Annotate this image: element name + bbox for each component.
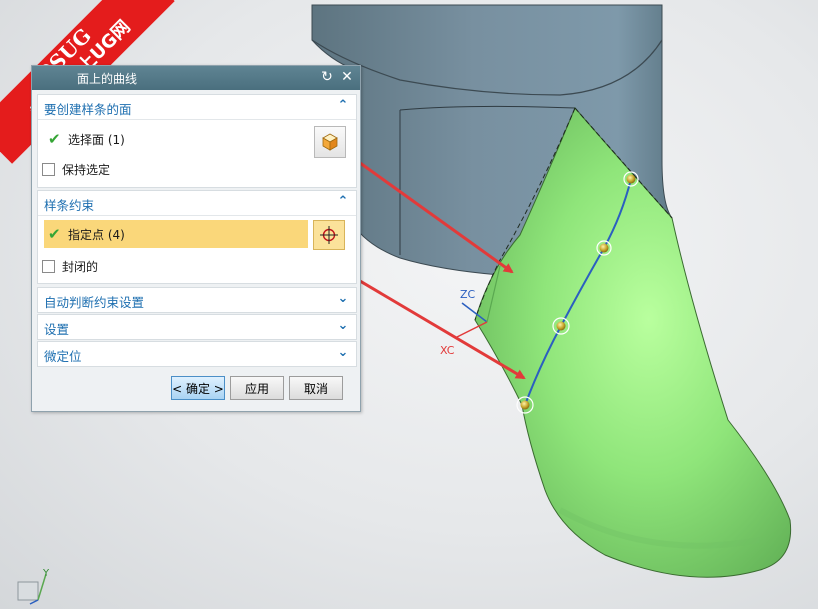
chevron-down-icon[interactable]: ⌄ bbox=[336, 291, 350, 306]
keep-selected-checkbox[interactable] bbox=[42, 163, 55, 176]
xc-axis-label: XC bbox=[440, 344, 455, 357]
select-face-label: 选择面 (1) bbox=[68, 133, 125, 147]
check-icon: ✔ bbox=[48, 225, 61, 243]
closed-checkbox[interactable] bbox=[42, 260, 55, 273]
section-auto-constraint-label: 自动判断约束设置 bbox=[44, 295, 145, 310]
y-axis-label: Y bbox=[42, 568, 50, 579]
apply-button[interactable]: 应用 bbox=[230, 376, 284, 400]
close-icon[interactable]: ✕ bbox=[338, 68, 356, 86]
section-settings-label: 设置 bbox=[44, 322, 70, 337]
section-constraint-label: 样条约束 bbox=[44, 198, 95, 213]
check-icon: ✔ bbox=[48, 130, 61, 148]
select-face-row[interactable]: ✔ 选择面 (1) bbox=[44, 125, 349, 158]
face-select-button[interactable] bbox=[314, 126, 346, 158]
section-constraint-header[interactable]: 样条约束 ⌃ bbox=[38, 191, 356, 216]
section-face-header[interactable]: 要创建样条的面 ⌃ bbox=[38, 95, 356, 120]
point-dialog-button[interactable] bbox=[313, 220, 345, 250]
chevron-down-icon[interactable]: ⌄ bbox=[336, 345, 350, 360]
section-settings-header[interactable]: 设置 ⌄ bbox=[38, 315, 356, 339]
cube-icon bbox=[322, 133, 338, 151]
section-fine-position[interactable]: 微定位 ⌄ bbox=[37, 341, 357, 367]
section-fine-position-header[interactable]: 微定位 ⌄ bbox=[38, 342, 356, 366]
chevron-up-icon[interactable]: ⌃ bbox=[336, 194, 350, 209]
closed-label: 封闭的 bbox=[62, 260, 99, 274]
reset-icon[interactable]: ↻ bbox=[318, 68, 336, 86]
dialog-title-bar[interactable]: 面上的曲线 ↻ ✕ bbox=[32, 66, 360, 90]
crosshair-icon bbox=[320, 226, 338, 244]
dialog-title: 面上的曲线 bbox=[77, 72, 138, 86]
section-fine-position-label: 微定位 bbox=[44, 349, 82, 364]
section-auto-constraint-header[interactable]: 自动判断约束设置 ⌄ bbox=[38, 288, 356, 312]
section-constraint: 样条约束 ⌃ ✔ 指定点 (4) 封闭的 bbox=[37, 190, 357, 284]
chevron-down-icon[interactable]: ⌄ bbox=[336, 318, 350, 333]
section-settings[interactable]: 设置 ⌄ bbox=[37, 314, 357, 340]
view-orientation-triad bbox=[17, 573, 47, 605]
zc-axis-label: ZC bbox=[460, 288, 476, 301]
chevron-up-icon[interactable]: ⌃ bbox=[336, 98, 350, 113]
section-face-label: 要创建样条的面 bbox=[44, 102, 132, 117]
curve-on-face-dialog: 面上的曲线 ↻ ✕ 要创建样条的面 ⌃ ✔ 选择面 (1) 保持选定 样条约束 bbox=[31, 65, 361, 412]
section-auto-constraint[interactable]: 自动判断约束设置 ⌄ bbox=[37, 287, 357, 313]
cancel-button[interactable]: 取消 bbox=[289, 376, 343, 400]
ok-button[interactable]: < 确定 > bbox=[171, 376, 225, 400]
specify-point-label: 指定点 (4) bbox=[68, 228, 125, 242]
specify-point-row[interactable]: ✔ 指定点 (4) bbox=[44, 220, 308, 248]
section-face: 要创建样条的面 ⌃ ✔ 选择面 (1) 保持选定 bbox=[37, 94, 357, 188]
keep-selected-label: 保持选定 bbox=[62, 163, 111, 177]
